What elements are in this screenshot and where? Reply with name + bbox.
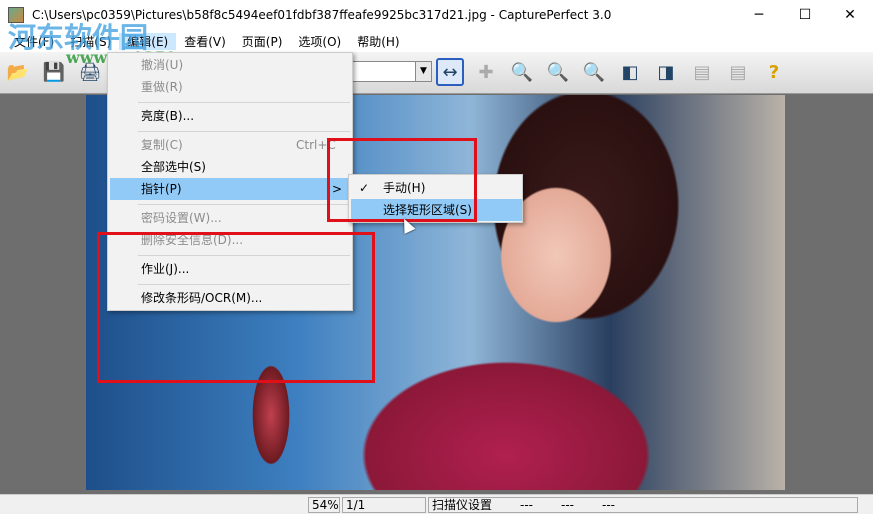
prev-page-icon[interactable]: ◧ <box>616 58 644 86</box>
menu-item-brightness[interactable]: 亮度(B)... <box>110 105 350 127</box>
menu-item-password[interactable]: 密码设置(W)... <box>110 207 350 229</box>
menu-item-copy[interactable]: 复制(C) Ctrl+C <box>110 134 350 156</box>
menu-page[interactable]: 页面(P) <box>234 33 291 50</box>
fit-width-icon[interactable]: ↔ <box>436 58 464 86</box>
menu-help[interactable]: 帮助(H) <box>349 33 407 50</box>
next-page-icon[interactable]: ◨ <box>652 58 680 86</box>
status-field-3: --- <box>602 498 616 512</box>
status-zoom: 54% <box>308 497 340 513</box>
zoom-100-icon[interactable]: 🔍 <box>544 58 572 86</box>
status-page: 1/1 <box>342 497 426 513</box>
menu-item-pointer[interactable]: 指针(P) > <box>110 178 350 200</box>
save-icon[interactable]: 💾 <box>40 59 68 87</box>
menu-separator <box>138 204 350 205</box>
highlight-box <box>97 232 375 383</box>
view-tools: ↔ ✚ 🔍 🔍 🔍 ◧ ◨ ▤ ▤ ? <box>436 58 796 86</box>
open-icon[interactable]: 📂 <box>4 59 32 87</box>
maximize-button[interactable]: ☐ <box>782 0 828 30</box>
highlight-box <box>327 138 477 222</box>
help-icon[interactable]: ? <box>760 58 788 86</box>
menu-item-redo[interactable]: 重做(R) <box>110 76 350 98</box>
menu-view[interactable]: 查看(V) <box>176 33 234 50</box>
chevron-down-icon[interactable]: ▼ <box>415 62 431 81</box>
status-field-2: --- <box>561 498 575 512</box>
status-scanner: 扫描仪设置 --- --- --- <box>428 497 858 513</box>
zoom-combo[interactable]: ▼ <box>352 61 432 82</box>
menu-item-select-all[interactable]: 全部选中(S) <box>110 156 350 178</box>
fit-height-icon[interactable]: ✚ <box>472 58 500 86</box>
zoom-out-icon[interactable]: 🔍 <box>580 58 608 86</box>
minimize-button[interactable]: ─ <box>736 0 782 30</box>
menu-separator <box>138 131 350 132</box>
page-icon-2[interactable]: ▤ <box>724 58 752 86</box>
menu-separator <box>138 102 350 103</box>
status-field-1: --- <box>520 498 534 512</box>
menu-options[interactable]: 选项(O) <box>290 33 349 50</box>
menu-item-undo[interactable]: 撤消(U) <box>110 54 350 76</box>
status-bar: 54% 1/1 扫描仪设置 --- --- --- <box>0 494 873 514</box>
page-icon[interactable]: ▤ <box>688 58 716 86</box>
close-button[interactable]: ✕ <box>827 0 873 30</box>
zoom-in-icon[interactable]: 🔍 <box>508 58 536 86</box>
